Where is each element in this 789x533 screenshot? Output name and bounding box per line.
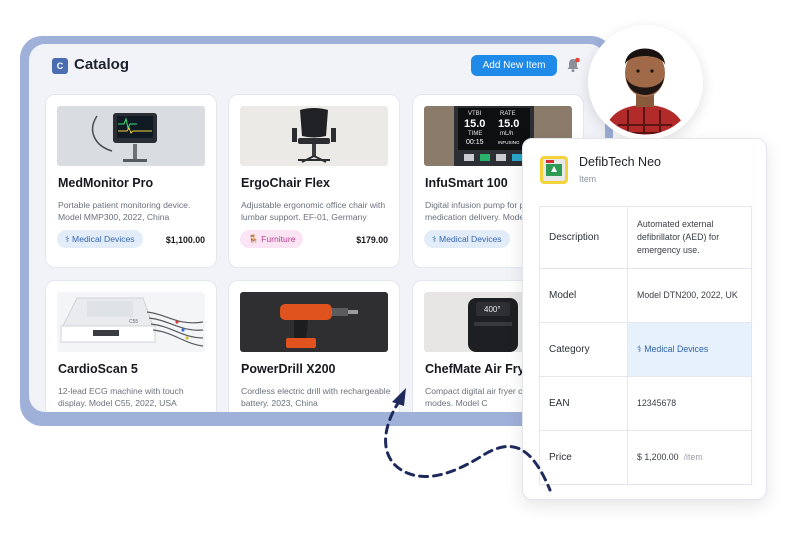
price-unit: /item bbox=[683, 452, 703, 462]
category-badge[interactable]: 🪑 Furniture bbox=[240, 230, 304, 248]
item-type-label: Item bbox=[579, 174, 597, 184]
fryer-display-text: 400° bbox=[484, 305, 501, 314]
bell-icon[interactable] bbox=[565, 57, 581, 73]
ecg-brand-text: C55 bbox=[129, 319, 138, 325]
category-badge[interactable]: ⚕ Medical Devices bbox=[57, 230, 143, 248]
product-card[interactable]: C55 CardioScan 5 12-lead ECG machine wit… bbox=[45, 280, 217, 412]
product-name: InfuSmart 100 bbox=[425, 176, 508, 190]
product-image-monitor bbox=[57, 106, 205, 166]
product-name: PowerDrill X200 bbox=[241, 362, 336, 376]
product-price: $179.00 bbox=[356, 235, 388, 245]
pump-screen-value: 00:15 bbox=[466, 139, 484, 146]
product-name: CardioScan 5 bbox=[58, 362, 138, 376]
add-new-item-button[interactable]: Add New Item bbox=[471, 55, 557, 76]
property-value: Model DTN200, 2022, UK bbox=[637, 290, 738, 300]
item-name: DefibTech Neo bbox=[579, 155, 661, 169]
property-row-model: Model Model DTN200, 2022, UK bbox=[540, 269, 751, 323]
property-row-description: Description Automated external defibrill… bbox=[540, 207, 751, 269]
product-description: Portable patient monitoring device. Mode… bbox=[58, 200, 191, 222]
property-row-ean: EAN 12345678 bbox=[540, 377, 751, 431]
property-value-category-badge[interactable]: ⚕ Medical Devices bbox=[628, 323, 751, 376]
pump-screen-label: mL/h bbox=[500, 131, 513, 137]
product-description: Adjustable ergonomic office chair with l… bbox=[241, 200, 386, 222]
user-avatar[interactable] bbox=[588, 25, 703, 140]
catalog-logo-icon: C bbox=[52, 58, 68, 74]
page-title: Catalog bbox=[74, 56, 130, 73]
property-row-category: Category ⚕ Medical Devices bbox=[540, 323, 751, 377]
pump-screen-label: TIME bbox=[468, 131, 482, 137]
pump-screen-value: INFUSING bbox=[498, 140, 520, 145]
product-name: ChefMate Air Fry bbox=[425, 362, 525, 376]
product-image-chair bbox=[240, 106, 388, 166]
product-price: $1,100.00 bbox=[165, 235, 205, 245]
pump-screen-label: VTBI bbox=[468, 111, 482, 117]
item-properties-table: Description Automated external defibrill… bbox=[539, 206, 752, 485]
pump-screen-value: 15.0 bbox=[498, 118, 519, 130]
property-row-price: Price $ 1,200.00 /item bbox=[540, 431, 751, 484]
product-image-ecg-machine: C55 bbox=[57, 292, 205, 352]
aed-device-icon bbox=[540, 156, 568, 184]
property-value: 12345678 bbox=[637, 398, 677, 408]
price-amount: $ 1,200.00 bbox=[637, 452, 679, 462]
property-value: Automated external defibrillator (AED) f… bbox=[637, 219, 720, 255]
property-key: Model bbox=[540, 269, 628, 322]
dashed-arrow-icon bbox=[384, 388, 552, 492]
product-name: ErgoChair Flex bbox=[241, 176, 330, 190]
product-name: MedMonitor Pro bbox=[58, 176, 154, 190]
category-badge[interactable]: ⚕ Medical Devices bbox=[424, 230, 510, 248]
property-key: Description bbox=[540, 207, 628, 268]
product-image-drill bbox=[240, 292, 388, 352]
pump-screen-value: 15.0 bbox=[464, 118, 485, 130]
product-card[interactable]: ErgoChair Flex Adjustable ergonomic offi… bbox=[228, 94, 400, 268]
product-card[interactable]: MedMonitor Pro Portable patient monitori… bbox=[45, 94, 217, 268]
property-key: Category bbox=[540, 323, 628, 376]
pump-screen-label: RATE bbox=[500, 111, 516, 117]
product-description: 12-lead ECG machine with touch display. … bbox=[58, 386, 184, 408]
catalog-panel: C Catalog Add New Item MedMonitor Pro Po… bbox=[29, 44, 605, 412]
property-value-price: $ 1,200.00 /item bbox=[628, 431, 751, 484]
